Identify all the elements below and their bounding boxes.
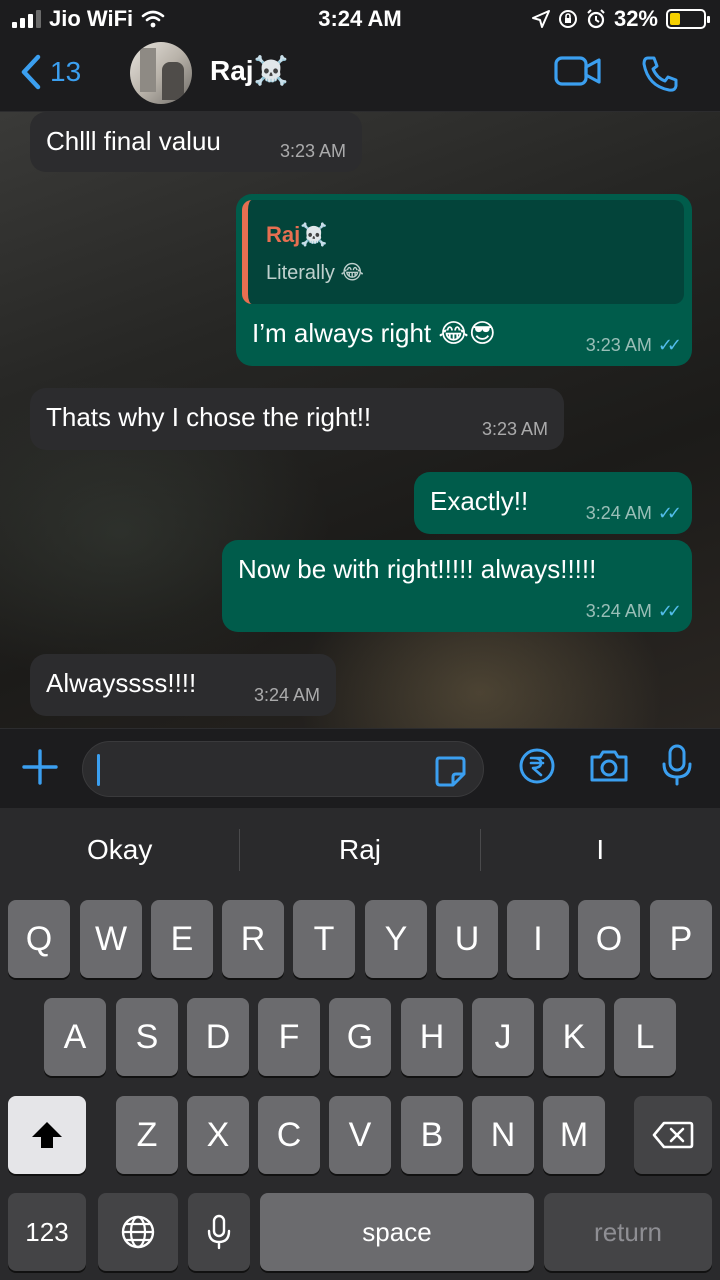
return-key-label: return bbox=[594, 1216, 662, 1247]
quoted-message[interactable]: Raj☠️ Literally 😂 bbox=[242, 200, 684, 304]
message-incoming[interactable]: Thats why I chose the right!! 3:23 AM bbox=[30, 388, 564, 450]
message-time: 3:24 AM bbox=[585, 503, 652, 523]
key-y[interactable]: Y bbox=[365, 900, 427, 978]
key-x[interactable]: X bbox=[187, 1096, 249, 1174]
key-e[interactable]: E bbox=[151, 900, 213, 978]
message-time: 3:24 AM bbox=[253, 685, 320, 705]
globe-key[interactable] bbox=[98, 1193, 178, 1271]
contact-name[interactable]: Raj☠️ bbox=[210, 54, 288, 87]
message-incoming[interactable]: Chlll final valuu 3:23 AM bbox=[30, 112, 362, 172]
message-text: Alwayssss!!!! bbox=[46, 668, 197, 698]
message-outgoing-reply[interactable]: Raj☠️ Literally 😂 I’m always right 😂😎 3:… bbox=[236, 194, 692, 366]
message-outgoing[interactable]: Now be with right!!!!! always!!!!! 3:24 … bbox=[222, 540, 692, 632]
key-r[interactable]: R bbox=[222, 900, 284, 978]
key-b[interactable]: B bbox=[401, 1096, 463, 1174]
message-time: 3:23 AM bbox=[481, 419, 548, 439]
sticker-icon[interactable] bbox=[433, 754, 467, 788]
message-time: 3:23 AM bbox=[279, 141, 346, 161]
key-z[interactable]: Z bbox=[116, 1096, 178, 1174]
message-text: Thats why I chose the right!! bbox=[46, 402, 372, 432]
key-i[interactable]: I bbox=[507, 900, 569, 978]
unread-count: 13 bbox=[50, 56, 82, 87]
double-check-icon: ✓✓ bbox=[657, 503, 682, 523]
key-q[interactable]: Q bbox=[8, 900, 70, 978]
key-f[interactable]: F bbox=[258, 998, 320, 1076]
microphone-icon bbox=[207, 1214, 231, 1250]
dictation-key[interactable] bbox=[188, 1193, 250, 1271]
camera-icon[interactable] bbox=[588, 747, 630, 785]
key-d[interactable]: D bbox=[187, 998, 249, 1076]
suggestion-item[interactable]: Okay bbox=[0, 834, 239, 866]
key-u[interactable]: U bbox=[436, 900, 498, 978]
suggestion-bar: Okay Raj I bbox=[0, 808, 720, 892]
message-incoming[interactable]: Alwayssss!!!! 3:24 AM bbox=[30, 654, 336, 716]
key-h[interactable]: H bbox=[401, 998, 463, 1076]
backspace-icon bbox=[652, 1121, 694, 1149]
key-a[interactable]: A bbox=[44, 998, 106, 1076]
battery-percent: 32% bbox=[613, 6, 658, 31]
shift-arrow-icon bbox=[32, 1122, 62, 1148]
suggestion-item[interactable]: Raj bbox=[240, 834, 479, 866]
lock-rotation-icon bbox=[558, 10, 577, 28]
chat-area[interactable]: Chlll final valuu 3:23 AM Raj☠️ Literall… bbox=[0, 112, 720, 728]
video-call-icon[interactable] bbox=[554, 54, 602, 88]
key-t[interactable]: T bbox=[293, 900, 355, 978]
message-input-bar bbox=[0, 728, 720, 808]
return-key[interactable]: return bbox=[544, 1193, 712, 1271]
double-check-icon: ✓✓ bbox=[657, 335, 682, 355]
quoted-author: Raj☠️ bbox=[266, 222, 328, 247]
key-n[interactable]: N bbox=[472, 1096, 534, 1174]
status-right: 32% bbox=[531, 6, 710, 32]
message-time: 3:23 AM bbox=[585, 335, 652, 355]
message-text: I’m always right 😂😎 bbox=[252, 318, 496, 348]
message-text: Now be with right!!!!! always!!!!! bbox=[238, 554, 597, 584]
space-key-label: space bbox=[362, 1216, 432, 1247]
status-bar: Jio WiFi 3:24 AM 32% bbox=[0, 0, 720, 40]
key-j[interactable]: J bbox=[472, 998, 534, 1076]
rupee-payment-icon[interactable] bbox=[518, 747, 556, 785]
keyboard: Okay Raj I Q W E R T Y U I O P A S D F G… bbox=[0, 808, 720, 1280]
plus-icon[interactable] bbox=[20, 747, 60, 787]
message-outgoing[interactable]: Exactly!! 3:24 AM ✓✓ bbox=[414, 472, 692, 534]
quoted-text: Literally 😂 bbox=[266, 262, 364, 284]
key-s[interactable]: S bbox=[116, 998, 178, 1076]
location-icon bbox=[531, 10, 550, 28]
numbers-key[interactable]: 123 bbox=[8, 1193, 86, 1271]
message-text: Chlll final valuu bbox=[46, 126, 221, 156]
microphone-icon[interactable] bbox=[660, 743, 694, 787]
battery-charging-icon bbox=[666, 9, 710, 29]
chat-header: 13 Raj☠️ bbox=[0, 40, 720, 112]
key-o[interactable]: O bbox=[578, 900, 640, 978]
space-key[interactable]: space bbox=[260, 1193, 534, 1271]
message-input[interactable] bbox=[82, 741, 484, 797]
key-c[interactable]: C bbox=[258, 1096, 320, 1174]
globe-icon bbox=[121, 1215, 155, 1249]
backspace-key[interactable] bbox=[634, 1096, 712, 1174]
text-caret bbox=[97, 754, 100, 786]
double-check-icon: ✓✓ bbox=[657, 601, 682, 621]
key-v[interactable]: V bbox=[329, 1096, 391, 1174]
key-k[interactable]: K bbox=[543, 998, 605, 1076]
key-m[interactable]: M bbox=[543, 1096, 605, 1174]
alarm-icon bbox=[587, 9, 605, 29]
back-button[interactable]: 13 bbox=[20, 54, 81, 90]
key-g[interactable]: G bbox=[329, 998, 391, 1076]
key-w[interactable]: W bbox=[80, 900, 142, 978]
numbers-key-label: 123 bbox=[25, 1216, 69, 1247]
suggestion-item[interactable]: I bbox=[481, 834, 720, 866]
message-text: Exactly!! bbox=[430, 486, 529, 516]
shift-key[interactable] bbox=[8, 1096, 86, 1174]
key-l[interactable]: L bbox=[614, 998, 676, 1076]
key-p[interactable]: P bbox=[650, 900, 712, 978]
message-time: 3:24 AM bbox=[585, 601, 652, 621]
voice-call-icon[interactable] bbox=[640, 54, 680, 94]
back-chevron-icon bbox=[21, 54, 41, 90]
avatar[interactable] bbox=[130, 42, 192, 104]
